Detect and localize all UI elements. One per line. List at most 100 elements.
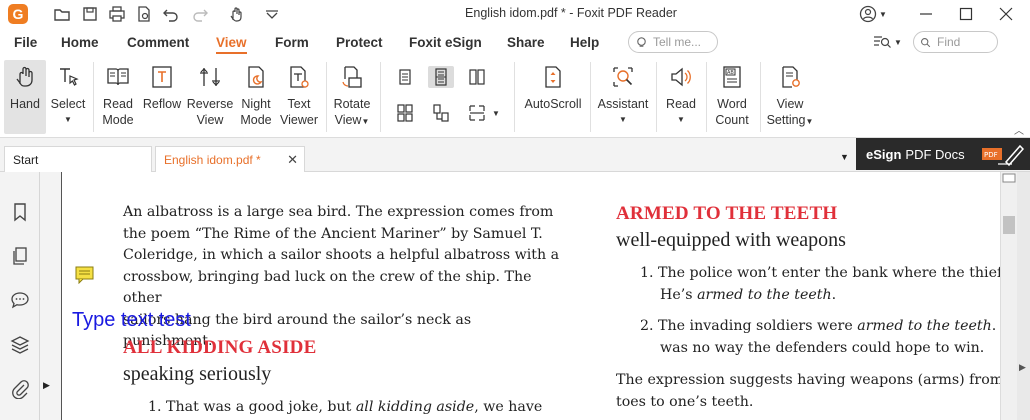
- menu-home[interactable]: Home: [61, 35, 99, 50]
- esign-label-rest: PDF Docs: [905, 146, 965, 162]
- expand-panel-icon[interactable]: ▶: [43, 380, 50, 391]
- menu-comment[interactable]: Comment: [127, 35, 189, 50]
- night-mode-label-1: Night: [241, 97, 271, 111]
- view-setting-label-1: View: [776, 97, 804, 111]
- maximize-button[interactable]: [946, 0, 986, 28]
- menu-form[interactable]: Form: [275, 35, 309, 50]
- find-input[interactable]: [937, 35, 997, 49]
- split-view-icon: [469, 105, 485, 121]
- read-label: Read: [666, 97, 696, 111]
- find-box[interactable]: [913, 31, 998, 53]
- single-page-icon: [399, 69, 411, 85]
- esign-badge-text: PDF: [984, 151, 998, 159]
- reverse-view-label-2: View: [196, 113, 224, 127]
- read-aloud-button[interactable]: Read ▼: [662, 60, 700, 134]
- ribbon-separator: [326, 62, 327, 132]
- speaker-icon: [666, 62, 696, 92]
- document-viewport[interactable]: An albatross is a large sea bird. The ex…: [62, 172, 1000, 420]
- view-setting-label-2: Setting: [766, 113, 806, 127]
- pdf-page: An albatross is a large sea bird. The ex…: [62, 172, 1000, 420]
- autoscroll-button[interactable]: AutoScroll: [522, 60, 584, 134]
- esign-banner[interactable]: eSign PDF Docs PDF: [856, 138, 1030, 170]
- layers-icon[interactable]: [10, 335, 32, 357]
- reverse-view-button[interactable]: Reverse View: [187, 60, 233, 134]
- left-navigation-panel: [0, 172, 40, 420]
- text-viewer-icon: [284, 62, 314, 92]
- assistant-caret: ▼: [619, 115, 627, 124]
- active-menu-indicator: [216, 52, 247, 54]
- minimize-button[interactable]: [906, 0, 946, 28]
- continuous-page-icon: [435, 68, 447, 86]
- menu-foxit-esign[interactable]: Foxit eSign: [409, 35, 482, 50]
- continuous-facing-icon: [397, 104, 413, 122]
- split-view-button[interactable]: ▼: [464, 102, 504, 124]
- ribbon-separator: [706, 62, 707, 132]
- night-mode-button[interactable]: Night Mode: [236, 60, 276, 134]
- scroll-thumb[interactable]: [1003, 216, 1015, 234]
- assistant-icon: [608, 62, 638, 92]
- typewriter-annotation[interactable]: Type text test: [72, 309, 191, 332]
- vertical-scrollbar[interactable]: ▶: [1000, 172, 1030, 420]
- esign-pen-icon: PDF: [982, 144, 1024, 167]
- scroll-right-icon[interactable]: ▶: [1019, 362, 1026, 373]
- expression-paragraph: The expression suggests having weapons (…: [616, 370, 1000, 413]
- night-mode-icon: [241, 62, 271, 92]
- secondary-scroll-track[interactable]: [1017, 172, 1030, 420]
- tell-me-input[interactable]: [653, 35, 713, 49]
- text-viewer-label-1: Text: [287, 97, 311, 111]
- bookmark-icon[interactable]: [10, 202, 32, 224]
- reflow-button[interactable]: Reflow: [142, 60, 182, 134]
- word-count-button[interactable]: AB Word Count: [710, 60, 754, 134]
- italic-run: armed to the teeth: [857, 318, 992, 334]
- assistant-button[interactable]: Assistant ▼: [596, 60, 650, 134]
- continuous-page-button[interactable]: [428, 66, 454, 88]
- heading-all-kidding-aside: ALL KIDDING ASIDE: [123, 337, 317, 358]
- separate-cover-button[interactable]: [428, 102, 454, 124]
- sticky-note-icon[interactable]: [75, 266, 95, 284]
- ribbon-separator: [514, 62, 515, 132]
- scroll-up-icon[interactable]: [1001, 173, 1017, 183]
- attachment-icon[interactable]: [10, 379, 32, 401]
- tell-me-box[interactable]: [628, 31, 718, 53]
- tab-english-idom[interactable]: English idom.pdf * ✕: [155, 146, 305, 172]
- text-run: 2. The invading soldiers were: [640, 318, 858, 334]
- tab-start[interactable]: Start: [4, 146, 152, 172]
- tab-close-icon[interactable]: ✕: [287, 152, 298, 168]
- account-icon[interactable]: ▼: [853, 0, 893, 28]
- autoscroll-label: AutoScroll: [524, 97, 582, 111]
- facing-page-button[interactable]: [464, 66, 490, 88]
- menu-file[interactable]: File: [14, 35, 37, 50]
- read-mode-label-2: Mode: [102, 113, 134, 127]
- night-mode-label-2: Mode: [240, 113, 272, 127]
- text-run: , we have: [474, 399, 543, 415]
- text-line: 2. The invading soldiers were armed to t…: [640, 316, 1000, 338]
- find-options-icon[interactable]: ▼: [873, 33, 903, 51]
- word-count-icon: AB: [717, 62, 747, 92]
- continuous-facing-button[interactable]: [392, 102, 418, 124]
- collapse-ribbon-icon[interactable]: ︿: [1014, 122, 1024, 137]
- text-viewer-button[interactable]: Text Viewer: [278, 60, 320, 134]
- pages-icon[interactable]: [10, 246, 32, 268]
- menu-protect[interactable]: Protect: [336, 35, 383, 50]
- menu-share[interactable]: Share: [507, 35, 545, 50]
- comments-panel-icon[interactable]: [10, 290, 32, 312]
- select-dropdown-caret: ▼: [64, 115, 72, 124]
- single-page-button[interactable]: [392, 66, 418, 88]
- view-setting-label-2-wrap: Setting▼: [766, 113, 814, 127]
- tab-list-dropdown-icon[interactable]: ▼: [840, 152, 849, 162]
- view-setting-button[interactable]: View Setting▼: [764, 60, 816, 134]
- ribbon-separator: [590, 62, 591, 132]
- read-mode-button[interactable]: Read Mode: [98, 60, 138, 134]
- separate-cover-icon: [433, 104, 449, 122]
- hand-tool-button[interactable]: Hand: [4, 60, 46, 134]
- reverse-view-icon: [195, 62, 225, 92]
- select-tool-button[interactable]: Select ▼: [48, 60, 88, 134]
- menu-help[interactable]: Help: [570, 35, 599, 50]
- rotate-view-label-2-wrap: View▼: [334, 113, 370, 127]
- text-line: the poem “The Rime of the Ancient Marine…: [123, 225, 543, 242]
- menu-view[interactable]: View: [216, 35, 247, 50]
- rotate-view-button[interactable]: Rotate View▼: [330, 60, 374, 134]
- close-button[interactable]: [986, 0, 1026, 28]
- svg-text:AB: AB: [727, 70, 734, 76]
- reflow-label: Reflow: [142, 97, 182, 111]
